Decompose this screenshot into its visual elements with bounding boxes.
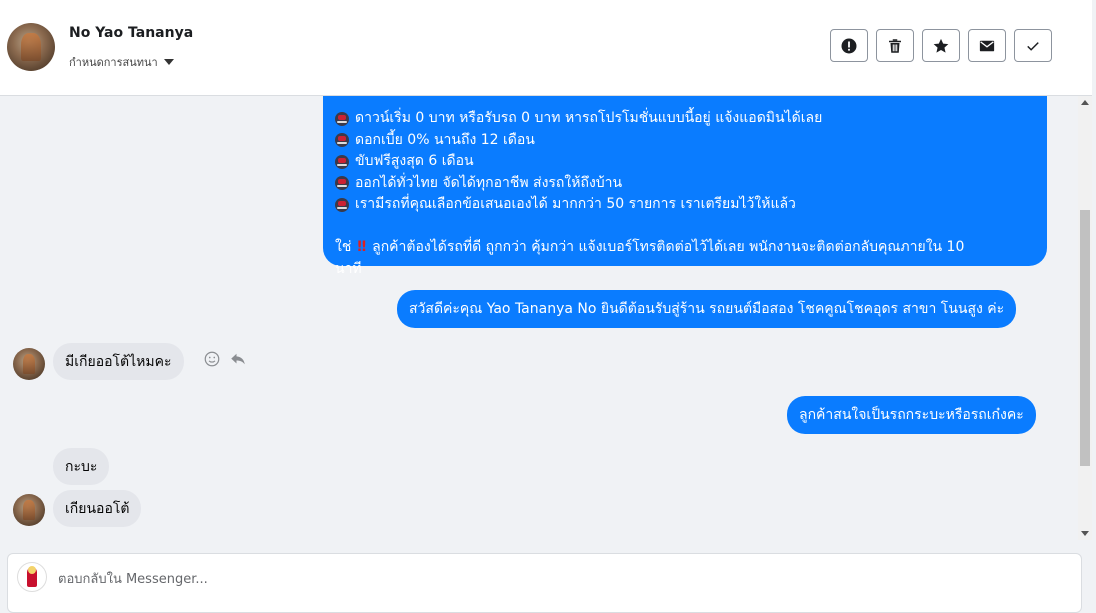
promo-line: ออกได้ทั่วไทย จัดได้ทุกอาชีพ ส่งรถให้ถึง… bbox=[355, 174, 623, 191]
double-exclamation-icon: ‼ bbox=[357, 239, 367, 255]
car-emoji-icon bbox=[335, 133, 349, 148]
mark-done-button[interactable] bbox=[1014, 29, 1052, 62]
contact-avatar-small bbox=[13, 348, 45, 380]
mark-unread-button[interactable] bbox=[968, 29, 1006, 62]
incoming-message-bubble[interactable]: มีเกียออโต้ไหมคะ bbox=[53, 343, 184, 380]
car-emoji-icon bbox=[335, 176, 349, 191]
trash-icon bbox=[889, 38, 901, 53]
page-avatar bbox=[17, 562, 47, 592]
conversation-schedule-label: กำหนดการสนทนา bbox=[69, 56, 158, 69]
scroll-up-icon[interactable] bbox=[1081, 100, 1089, 105]
incoming-message-bubble[interactable]: เกียนออโต้ bbox=[53, 490, 142, 527]
header-actions bbox=[830, 29, 1052, 62]
contact-name[interactable]: No Yao Tananya bbox=[69, 25, 193, 41]
star-icon bbox=[933, 38, 949, 53]
message-tools bbox=[203, 350, 247, 368]
scroll-down-icon[interactable] bbox=[1081, 531, 1089, 536]
delete-button[interactable] bbox=[876, 29, 914, 62]
promo-footer-text: ลูกค้าต้องได้รถที่ดี ถูกกว่า คุ้มกว่า แจ… bbox=[372, 239, 965, 255]
conversation-header: No Yao Tananya กำหนดการสนทนา bbox=[0, 0, 1092, 96]
promo-footer-end: นาที bbox=[335, 260, 362, 277]
outgoing-message-bubble[interactable]: ลูกค้าสนใจเป็นรถกระบะหรือรถเก๋งคะ bbox=[787, 396, 1036, 434]
greeting-message-bubble[interactable]: สวัสดีค่ะคุณ Yao Tananya No ยินดีต้อนรับ… bbox=[397, 290, 1017, 328]
contact-avatar[interactable] bbox=[7, 23, 55, 71]
car-emoji-icon bbox=[335, 111, 349, 126]
reply-composer bbox=[7, 553, 1082, 613]
reply-input[interactable] bbox=[56, 568, 1070, 590]
message-thread[interactable]: ดาวน์เริ่ม 0 บาท หรือรับรถ 0 บาท หารถโปร… bbox=[0, 96, 1078, 540]
car-emoji-icon bbox=[335, 197, 349, 212]
incoming-message-bubble[interactable]: กะบะ bbox=[53, 448, 110, 485]
star-button[interactable] bbox=[922, 29, 960, 62]
report-button[interactable] bbox=[830, 29, 868, 62]
promo-line: ดอกเบี้ย 0% นานถึง 12 เดือน bbox=[355, 131, 535, 148]
promo-line: ดาวน์เริ่ม 0 บาท หรือรับรถ 0 บาท หารถโปร… bbox=[355, 110, 823, 126]
car-emoji-icon bbox=[335, 154, 349, 169]
mail-icon bbox=[979, 40, 995, 51]
check-icon bbox=[1027, 41, 1039, 51]
promo-line: เรามีรถที่คุณเลือกข้อเสนอเองได้ มากกว่า … bbox=[355, 196, 796, 212]
promo-message-bubble[interactable]: ดาวน์เริ่ม 0 บาท หรือรับรถ 0 บาท หารถโปร… bbox=[323, 96, 1047, 277]
contact-avatar-small bbox=[13, 494, 45, 526]
scroll-thumb[interactable] bbox=[1080, 210, 1090, 466]
promo-line: ขับฟรีสูงสุด 6 เดือน bbox=[355, 153, 474, 169]
reply-icon[interactable] bbox=[229, 350, 247, 368]
alert-icon bbox=[841, 38, 857, 53]
chevron-down-icon bbox=[163, 59, 174, 65]
thread-scrollbar[interactable] bbox=[1078, 96, 1092, 540]
emoji-react-icon[interactable] bbox=[203, 350, 221, 368]
conversation-schedule-dropdown[interactable]: กำหนดการสนทนา bbox=[69, 53, 174, 71]
promo-footer-prefix: ใช่ bbox=[335, 239, 352, 255]
